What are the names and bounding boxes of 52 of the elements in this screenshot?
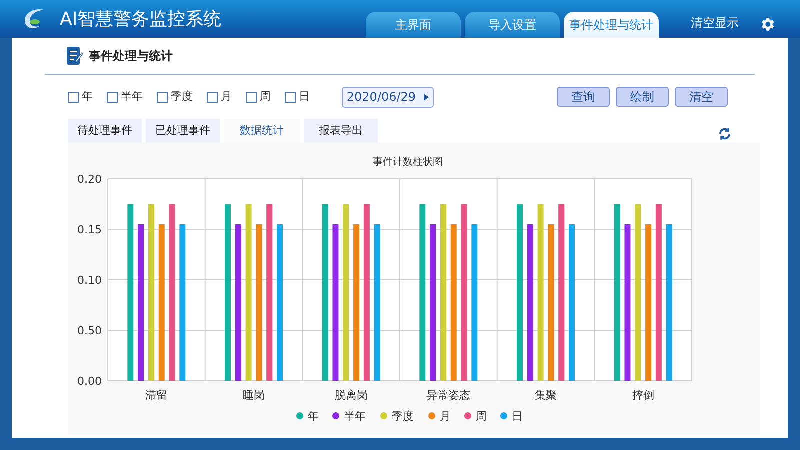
content-tab[interactable]: 已处理事件 xyxy=(146,119,220,143)
checkbox-icon[interactable] xyxy=(246,92,257,102)
checkbox-icon[interactable] xyxy=(285,92,296,102)
section-title: 事件处理与统计 xyxy=(89,48,173,65)
nav-tab[interactable]: 事件处理与统计 xyxy=(564,12,659,38)
legend-dot xyxy=(428,412,436,420)
filter-checkbox[interactable]: 月 xyxy=(207,88,232,106)
filter-checkbox[interactable]: 年 xyxy=(68,88,93,106)
action-button[interactable]: 查询 xyxy=(557,87,610,107)
settings-icon[interactable] xyxy=(759,16,776,33)
chart-title: 事件计数柱状图 xyxy=(373,157,443,168)
filter-checkbox[interactable]: 日 xyxy=(285,88,310,106)
content-tab[interactable]: 报表导出 xyxy=(304,119,378,143)
x-category-label: 滞留 xyxy=(146,389,168,402)
x-category-label: 脱离岗 xyxy=(334,389,368,402)
y-tick-label: 0.10 xyxy=(78,274,102,287)
x-category-label: 睡岗 xyxy=(243,389,265,402)
checkbox-icon[interactable] xyxy=(107,92,118,102)
action-button[interactable]: 清空 xyxy=(675,87,728,107)
legend-label: 年 xyxy=(308,410,319,423)
legend-label: 日 xyxy=(512,410,523,423)
filter-checkbox[interactable]: 周 xyxy=(246,88,271,106)
x-category-label: 异常姿态 xyxy=(426,389,471,402)
y-tick-label: 0.50 xyxy=(78,324,102,338)
legend-dot xyxy=(464,412,472,420)
legend-dot xyxy=(332,412,340,420)
legend-label: 半年 xyxy=(344,410,366,423)
checkbox-icon[interactable] xyxy=(157,92,168,102)
action-button[interactable]: 绘制 xyxy=(616,87,669,107)
legend-dot xyxy=(296,412,304,420)
content-tab[interactable]: 待处理事件 xyxy=(68,119,142,143)
y-tick-label: 0.00 xyxy=(78,375,102,388)
legend-label: 周 xyxy=(476,410,487,423)
filter-checkbox[interactable]: 半年 xyxy=(107,88,143,106)
filter-checkbox[interactable]: 季度 xyxy=(157,88,193,106)
refresh-icon[interactable] xyxy=(718,127,732,141)
legend-dot xyxy=(380,412,388,420)
content-tab[interactable]: 数据统计 xyxy=(224,119,300,143)
y-tick-label: 0.15 xyxy=(78,224,102,236)
clear-display-button[interactable]: 清空显示 xyxy=(691,14,739,32)
x-category-label: 摔倒 xyxy=(632,389,654,402)
legend-label: 季度 xyxy=(392,410,414,423)
legend-label: 月 xyxy=(440,410,451,423)
checkbox-icon[interactable] xyxy=(68,92,79,102)
checkbox-icon[interactable] xyxy=(207,92,218,102)
x-category-label: 集聚 xyxy=(535,389,557,402)
date-picker[interactable]: 2020/06/29 xyxy=(342,86,434,108)
edit-document-icon xyxy=(67,47,83,65)
app-title: AI智慧警务监控系统 xyxy=(60,8,222,32)
legend-dot xyxy=(500,412,508,420)
y-tick-label: 0.20 xyxy=(78,173,102,186)
caret-icon xyxy=(424,94,430,100)
